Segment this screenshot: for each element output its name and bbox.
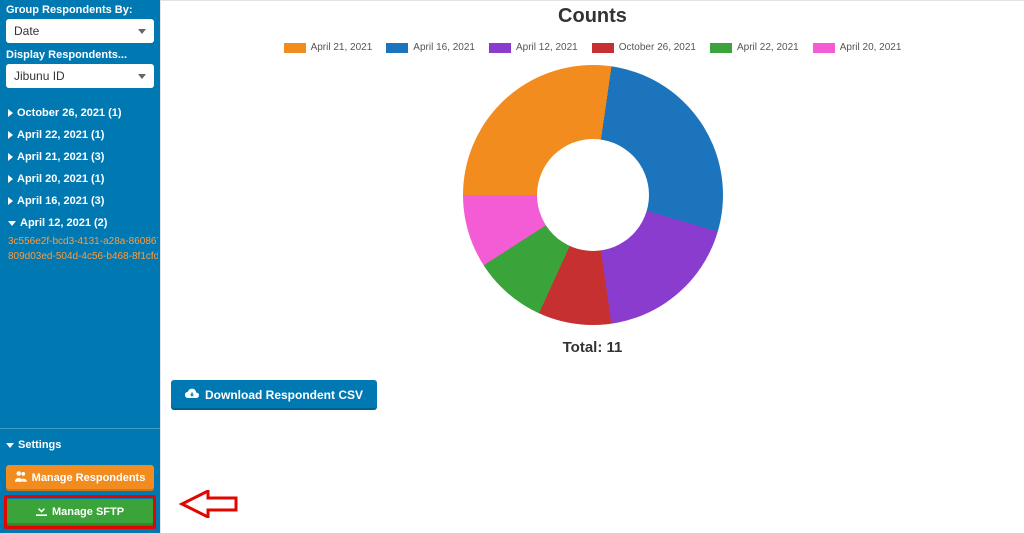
legend-item[interactable]: April 16, 2021 xyxy=(386,42,475,53)
download-icon xyxy=(36,505,47,519)
legend-label: April 21, 2021 xyxy=(311,42,373,53)
donut-chart-container xyxy=(161,65,1024,325)
legend-item[interactable]: April 20, 2021 xyxy=(813,42,902,53)
legend-swatch xyxy=(813,43,835,53)
donut-hole xyxy=(537,139,649,251)
respondent-id-item[interactable]: 809d03ed-504d-4c56-b468-8f1cfd850a71 xyxy=(4,249,158,264)
legend-item[interactable]: October 26, 2021 xyxy=(592,42,696,53)
date-group-label: April 12, 2021 (2) xyxy=(20,217,107,229)
legend-label: April 22, 2021 xyxy=(737,42,799,53)
manage-respondents-label: Manage Respondents xyxy=(32,472,146,484)
date-group-label: April 22, 2021 (1) xyxy=(17,129,104,141)
date-group-label: October 26, 2021 (1) xyxy=(17,107,122,119)
legend-swatch xyxy=(592,43,614,53)
caret-right-icon xyxy=(8,153,13,161)
caret-right-icon xyxy=(8,197,13,205)
legend-label: April 20, 2021 xyxy=(840,42,902,53)
sidebar-controls: Group Respondents By: Date Display Respo… xyxy=(0,0,160,94)
legend-swatch xyxy=(710,43,732,53)
sidebar: Group Respondents By: Date Display Respo… xyxy=(0,0,160,533)
download-csv-label: Download Respondent CSV xyxy=(205,388,363,402)
date-group-item[interactable]: April 20, 2021 (1) xyxy=(4,168,158,190)
legend-swatch xyxy=(489,43,511,53)
display-respondents-label: Display Respondents... xyxy=(6,49,154,61)
legend-swatch xyxy=(386,43,408,53)
date-group-label: April 20, 2021 (1) xyxy=(17,173,104,185)
legend-label: April 16, 2021 xyxy=(413,42,475,53)
legend-item[interactable]: April 12, 2021 xyxy=(489,42,578,53)
legend-label: October 26, 2021 xyxy=(619,42,696,53)
chart-total: Total: 11 xyxy=(161,339,1024,356)
main-content: Counts April 21, 2021 April 16, 2021 Apr… xyxy=(160,0,1024,533)
legend-item[interactable]: April 22, 2021 xyxy=(710,42,799,53)
manage-respondents-button[interactable]: Manage Respondents xyxy=(6,465,154,491)
legend-item[interactable]: April 21, 2021 xyxy=(284,42,373,53)
caret-right-icon xyxy=(8,131,13,139)
date-group-list: October 26, 2021 (1) April 22, 2021 (1) … xyxy=(0,94,160,266)
date-group-item[interactable]: April 21, 2021 (3) xyxy=(4,146,158,168)
manage-sftp-label: Manage SFTP xyxy=(52,506,124,518)
date-group-label: April 21, 2021 (3) xyxy=(17,151,104,163)
date-group-item[interactable]: April 12, 2021 (2) xyxy=(4,212,158,234)
settings-toggle[interactable]: Settings xyxy=(0,429,160,461)
chart-legend: April 21, 2021 April 16, 2021 April 12, … xyxy=(161,42,1024,53)
group-by-label: Group Respondents By: xyxy=(6,4,154,16)
display-respondents-select[interactable]: Jibunu ID xyxy=(6,64,154,88)
caret-down-icon xyxy=(8,221,16,226)
date-group-label: April 16, 2021 (3) xyxy=(17,195,104,207)
download-csv-button[interactable]: Download Respondent CSV xyxy=(171,380,377,410)
legend-swatch xyxy=(284,43,306,53)
users-icon xyxy=(15,471,27,485)
manage-sftp-button[interactable]: Manage SFTP xyxy=(6,499,154,525)
sidebar-bottom: Settings Manage Respondents Manage SFTP xyxy=(0,428,160,533)
respondent-id-item[interactable]: 3c556e2f-bcd3-4131-a28a-860867993bd8 xyxy=(4,234,158,249)
caret-down-icon xyxy=(6,443,14,448)
caret-right-icon xyxy=(8,109,13,117)
date-group-item[interactable]: April 16, 2021 (3) xyxy=(4,190,158,212)
chart-title: Counts xyxy=(161,5,1024,28)
date-group-item[interactable]: October 26, 2021 (1) xyxy=(4,102,158,124)
settings-label: Settings xyxy=(18,439,61,451)
group-by-select[interactable]: Date xyxy=(6,19,154,43)
date-group-item[interactable]: April 22, 2021 (1) xyxy=(4,124,158,146)
legend-label: April 12, 2021 xyxy=(516,42,578,53)
cloud-download-icon xyxy=(185,388,199,402)
donut-chart[interactable] xyxy=(463,65,723,325)
caret-right-icon xyxy=(8,175,13,183)
